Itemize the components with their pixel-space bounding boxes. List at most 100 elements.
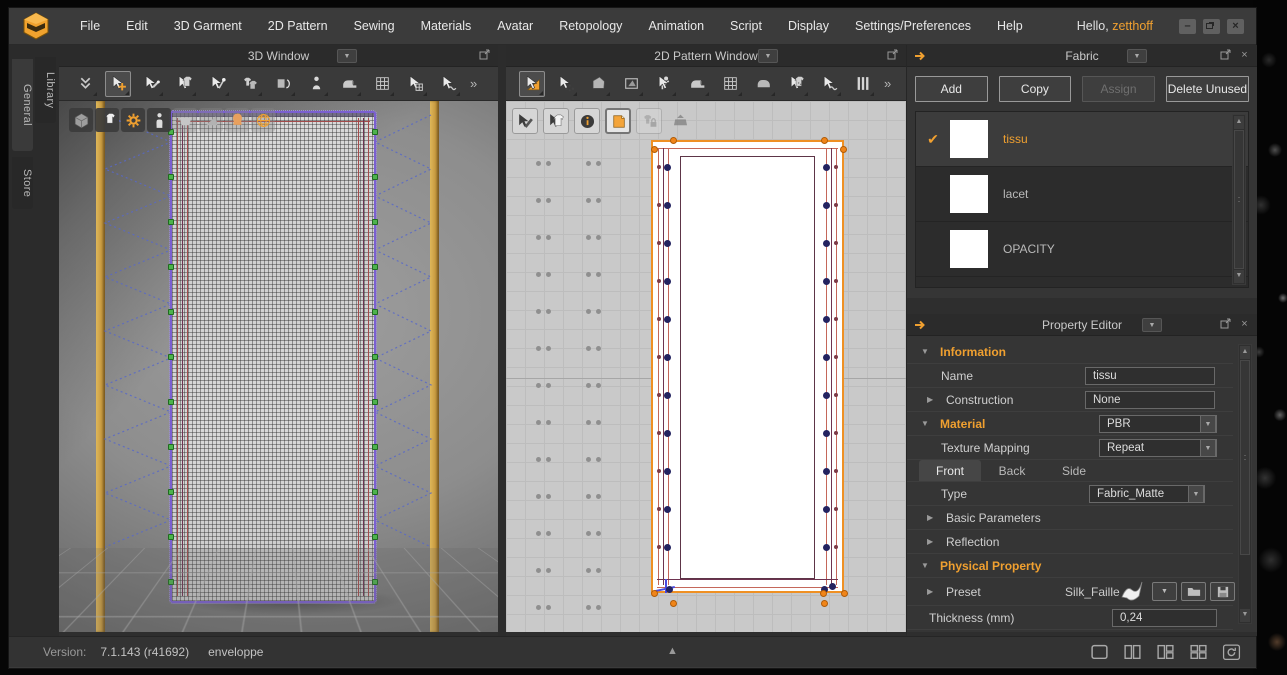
scroll-down-icon[interactable]: ▼ [1234, 270, 1244, 283]
scrollbar-thumb[interactable] [1234, 130, 1244, 269]
pattern-corner-point[interactable] [670, 600, 677, 607]
pattern-point[interactable] [823, 316, 830, 323]
pattern-point[interactable] [657, 165, 661, 169]
segment-pin[interactable] [168, 579, 174, 585]
view-show-avatar-icon[interactable] [147, 108, 171, 132]
row-reflection[interactable]: ▶ Reflection [907, 530, 1233, 554]
property-editor-close-icon[interactable]: × [1237, 318, 1252, 332]
segment-pin[interactable] [372, 219, 378, 225]
section-collapsed-icon[interactable]: ▶ [927, 587, 937, 596]
minimize-button[interactable]: – [1179, 19, 1196, 34]
pattern-point[interactable] [823, 354, 830, 361]
pattern-point[interactable] [657, 469, 661, 473]
garment-mesh[interactable] [170, 111, 376, 603]
tool-texture-shirt-icon[interactable] [783, 71, 809, 97]
pattern-corner-point[interactable] [840, 146, 847, 153]
construction-field[interactable]: None [1085, 391, 1215, 409]
tool-pleats-icon[interactable] [849, 71, 875, 97]
section-expanded-icon[interactable]: ▼ [921, 347, 931, 356]
pattern-point[interactable] [834, 165, 838, 169]
pattern-point[interactable] [657, 431, 661, 435]
pattern-point[interactable] [834, 203, 838, 207]
save-icon[interactable] [1210, 582, 1235, 601]
pattern-corner-point[interactable] [821, 137, 828, 144]
sidebar-tab-store[interactable]: Store [12, 157, 33, 209]
property-editor-titlebar[interactable]: Property Editor ▼ × [907, 314, 1257, 336]
segment-pin[interactable] [168, 534, 174, 540]
tool-grid-texture-icon[interactable] [369, 71, 395, 97]
tool-simulate-icon[interactable] [72, 71, 98, 97]
tab-front[interactable]: Front [919, 460, 981, 481]
section-expanded-icon[interactable]: ▼ [921, 561, 931, 570]
pattern-corner-point[interactable] [651, 146, 658, 153]
tool-sewing-machine-icon[interactable] [684, 71, 710, 97]
segment-pin[interactable] [372, 399, 378, 405]
tool-transform-pattern-icon[interactable] [519, 71, 545, 97]
layout-reset-icon[interactable] [1219, 643, 1244, 663]
fabric-float-icon[interactable] [1218, 49, 1233, 63]
toolbar-more-icon[interactable]: » [884, 76, 891, 91]
pattern-corner-point[interactable] [651, 590, 658, 597]
sidebar-tab-general[interactable]: General [12, 59, 33, 151]
tool-trace-avatar-icon[interactable] [651, 71, 677, 97]
2d-window-titlebar[interactable]: 2D Pattern Window ▼ [506, 45, 906, 67]
segment-pin[interactable] [372, 354, 378, 360]
section-information[interactable]: ▼ Information [907, 340, 1233, 364]
tool-edit-pattern-icon[interactable] [552, 71, 578, 97]
fabric-item-opacity[interactable]: OPACITY [916, 222, 1248, 277]
menu-settings-preferences[interactable]: Settings/Preferences [842, 19, 984, 33]
segment-pin[interactable] [168, 444, 174, 450]
view-slope-icon[interactable] [199, 108, 223, 132]
chevron-down-icon[interactable]: ▼ [1200, 415, 1216, 433]
copy-button[interactable]: Copy [999, 76, 1072, 102]
pattern-corner-point[interactable] [820, 590, 827, 597]
panel-splitter[interactable] [498, 45, 506, 636]
pattern-point[interactable] [664, 240, 671, 247]
restore-button[interactable] [1203, 19, 1220, 34]
menu-sewing[interactable]: Sewing [341, 19, 408, 33]
segment-pin[interactable] [372, 444, 378, 450]
pattern-piece[interactable] [651, 140, 844, 593]
pattern-point[interactable] [666, 586, 673, 593]
view-simulation-settings-icon[interactable] [121, 108, 145, 132]
menu-avatar[interactable]: Avatar [484, 19, 546, 33]
pattern-point[interactable] [664, 316, 671, 323]
segment-pin[interactable] [372, 309, 378, 315]
segment-pin[interactable] [372, 264, 378, 270]
view-render-cube-icon[interactable] [69, 108, 93, 132]
toolbar-more-icon[interactable]: » [470, 76, 477, 91]
pattern-point[interactable] [834, 431, 838, 435]
layout-three-icon[interactable] [1153, 643, 1178, 663]
view-pen-icon[interactable] [512, 108, 538, 134]
tool-select-move-icon[interactable] [105, 71, 131, 97]
view-lock-garment-icon[interactable] [636, 108, 662, 134]
pattern-point[interactable] [834, 507, 838, 511]
layout-four-icon[interactable] [1186, 643, 1211, 663]
tool-select-brush-icon[interactable] [138, 71, 164, 97]
fabric-item-tissu[interactable]: ✔tissu [916, 112, 1248, 167]
pattern-point[interactable] [823, 544, 830, 551]
pattern-point[interactable] [657, 545, 661, 549]
pattern-point[interactable] [834, 317, 838, 321]
add-button[interactable]: Add [915, 76, 988, 102]
segment-pin[interactable] [168, 264, 174, 270]
pattern-point[interactable] [664, 354, 671, 361]
close-button[interactable]: × [1227, 19, 1244, 34]
pattern-point[interactable] [657, 241, 661, 245]
segment-pin[interactable] [168, 489, 174, 495]
tool-putty-icon[interactable] [816, 71, 842, 97]
menu-help[interactable]: Help [984, 19, 1036, 33]
tab-side[interactable]: Side [1043, 460, 1105, 481]
section-collapsed-icon[interactable]: ▶ [927, 537, 937, 546]
tool-sewing-machine-icon[interactable] [336, 71, 362, 97]
scroll-up-icon[interactable]: ▲ [1234, 116, 1244, 129]
layout-two-icon[interactable] [1120, 643, 1145, 663]
pattern-point[interactable] [664, 506, 671, 513]
pattern-point[interactable] [823, 164, 830, 171]
fabric-close-icon[interactable]: × [1237, 49, 1252, 63]
pattern-point[interactable] [834, 393, 838, 397]
texture-mapping-dropdown[interactable]: Repeat ▼ [1099, 439, 1217, 457]
view-steamer-icon[interactable] [667, 108, 693, 134]
pattern-point[interactable] [823, 506, 830, 513]
material-type-dropdown[interactable]: PBR ▼ [1099, 415, 1217, 433]
